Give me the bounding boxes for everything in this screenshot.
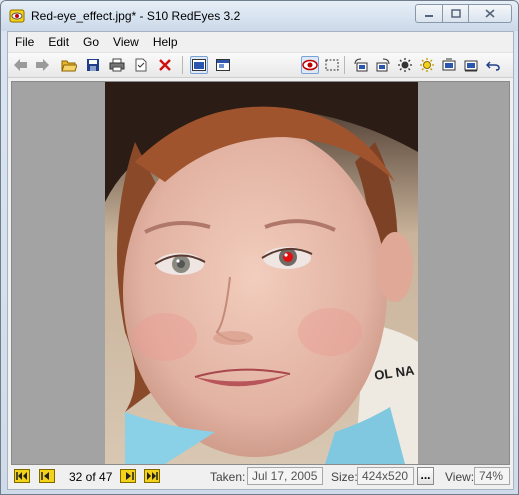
delete-icon — [159, 59, 171, 71]
image-position: 32 of 47 — [69, 470, 113, 484]
maximize-icon — [450, 9, 461, 18]
selection-icon — [325, 59, 339, 71]
back-button[interactable] — [11, 56, 29, 74]
next-icon — [126, 472, 134, 480]
app-eye-icon — [9, 9, 25, 23]
rotate-left-icon — [354, 58, 368, 72]
actual-size-icon — [216, 59, 230, 71]
brightness-down-icon — [398, 58, 412, 72]
taken-label: Taken: — [210, 470, 246, 484]
minimize-button[interactable] — [415, 4, 443, 23]
print-button[interactable] — [108, 56, 126, 74]
size-label: Size: — [331, 470, 358, 484]
menu-view[interactable]: View — [106, 32, 146, 52]
red-eye-tool-icon — [302, 59, 318, 71]
minimize-icon — [425, 14, 433, 17]
menu-help[interactable]: Help — [146, 32, 185, 52]
image-viewport[interactable]: OL NA — [11, 81, 510, 465]
maximize-button[interactable] — [443, 4, 469, 23]
forward-arrow-icon — [36, 59, 49, 71]
brightness-down-button[interactable] — [396, 56, 414, 74]
save-icon — [87, 59, 99, 71]
forward-button[interactable] — [34, 56, 52, 74]
image-info-button[interactable]: ... — [417, 467, 434, 485]
rotate-left-button[interactable] — [352, 56, 370, 74]
last-image-button[interactable] — [144, 469, 160, 483]
last-icon — [147, 472, 158, 480]
rotate-right-button[interactable] — [374, 56, 392, 74]
menu-bar: File Edit Go View Help — [8, 32, 513, 52]
toolbar — [8, 52, 513, 78]
actual-size-button[interactable] — [214, 56, 232, 74]
status-bar: 32 of 47 Taken: Jul 17, 2005 Size: 424x5… — [8, 465, 513, 489]
previous-image-button[interactable] — [39, 469, 55, 483]
flip-button[interactable] — [462, 56, 480, 74]
photo: OL NA — [105, 82, 418, 464]
red-eye-tool-button[interactable] — [301, 56, 319, 74]
properties-icon — [135, 58, 147, 72]
first-icon — [16, 472, 27, 480]
brightness-up-button[interactable] — [418, 56, 436, 74]
open-folder-icon — [61, 60, 77, 72]
back-arrow-icon — [14, 59, 27, 71]
size-field: 424x520 — [357, 467, 414, 485]
properties-button[interactable] — [132, 56, 150, 74]
fit-window-icon — [192, 59, 206, 71]
menu-file[interactable]: File — [8, 32, 41, 52]
fit-window-button[interactable] — [190, 56, 208, 74]
taken-date-field: Jul 17, 2005 — [247, 467, 323, 485]
flip-icon — [464, 60, 478, 72]
contrast-button[interactable] — [440, 56, 458, 74]
portrait-image: OL NA — [105, 82, 418, 464]
selection-button[interactable] — [323, 56, 341, 74]
brightness-up-icon — [420, 58, 434, 72]
client-area: File Edit Go View Help OL NA 32 of 47 Ta… — [7, 31, 514, 490]
title-bar: Red-eye_effect.jpg* - S10 RedEyes 3.2 — [1, 1, 518, 31]
print-icon — [109, 58, 125, 72]
undo-icon — [486, 61, 500, 71]
app-window: Red-eye_effect.jpg* - S10 RedEyes 3.2 Fi… — [0, 0, 519, 495]
menu-go[interactable]: Go — [76, 32, 106, 52]
menu-edit[interactable]: Edit — [41, 32, 76, 52]
view-label: View: — [445, 470, 475, 484]
save-button[interactable] — [84, 56, 102, 74]
open-button[interactable] — [60, 56, 78, 74]
first-image-button[interactable] — [14, 469, 30, 483]
undo-button[interactable] — [484, 56, 502, 74]
rotate-right-icon — [376, 58, 390, 72]
next-image-button[interactable] — [120, 469, 136, 483]
delete-button[interactable] — [156, 56, 174, 74]
previous-icon — [41, 472, 49, 480]
close-button[interactable] — [469, 4, 512, 23]
zoom-field: 74% — [474, 467, 510, 485]
contrast-icon — [442, 58, 456, 71]
close-icon — [485, 9, 495, 18]
window-title: Red-eye_effect.jpg* - S10 RedEyes 3.2 — [31, 9, 241, 23]
